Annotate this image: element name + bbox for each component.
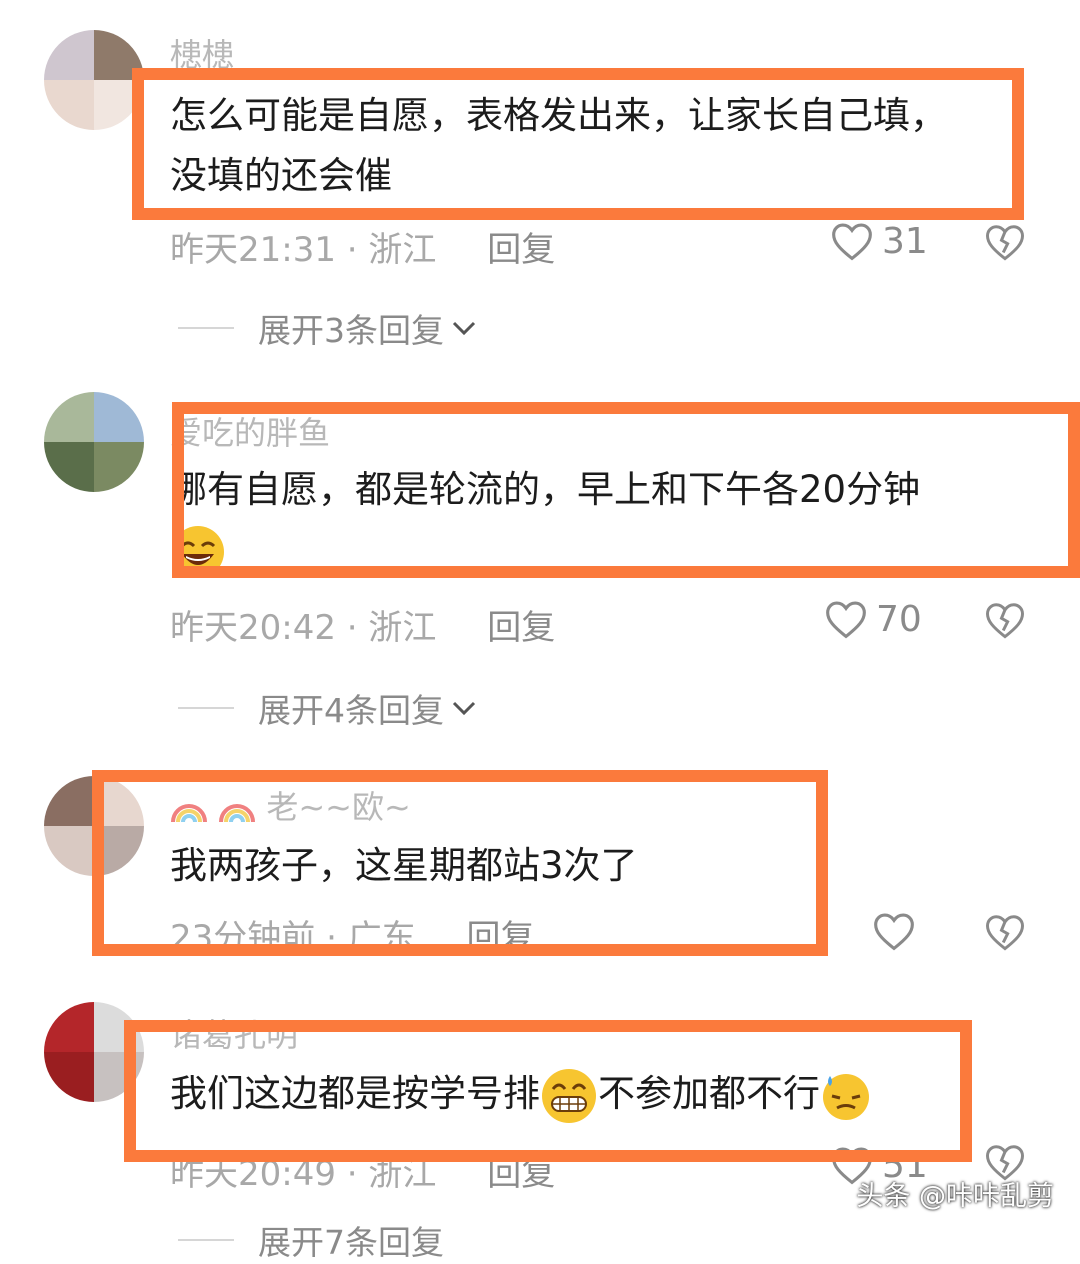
reply-button[interactable]: 回复 [487,1154,555,1194]
expand-replies[interactable]: 展开7条回复 [178,1216,444,1264]
comment-text: 我们这边都是按学号排 不参加都不行 [170,1064,872,1125]
watermark: 头条 @咔咔乱剪 [856,1181,1054,1212]
sweat-emoji [823,1073,869,1120]
grinning-emoji [542,1068,596,1123]
comment-4: 诸葛孔明 我们这边都是按学号排 不参加都不行 昨天20:49 · 浙江 回复 5… [0,0,1080,1262]
username[interactable]: 诸葛孔明 [170,1010,298,1056]
comment-meta: 昨天20:49 · 浙江 回复 [170,1154,556,1194]
location: 浙江 [368,1154,437,1194]
timestamp: 昨天20:49 [170,1154,336,1194]
avatar[interactable] [44,1002,144,1102]
